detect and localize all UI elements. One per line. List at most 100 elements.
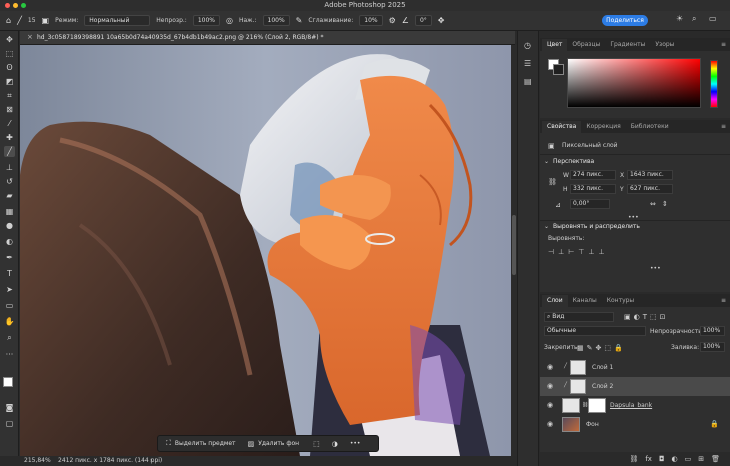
object-select-tool-icon[interactable]: ◩ <box>4 76 15 87</box>
adjustment-layer-icon[interactable]: ◐ <box>672 455 678 463</box>
tab-libraries[interactable]: Библиотеки <box>626 121 674 133</box>
lasso-tool-icon[interactable]: ʘ <box>4 62 15 73</box>
angle-input[interactable]: 0° <box>414 15 432 26</box>
flip-horizontal-icon[interactable]: ⇔ <box>650 200 656 208</box>
visibility-eye-icon[interactable]: ◉ <box>547 382 553 390</box>
zoom-tool-icon[interactable]: ⌕ <box>4 332 15 343</box>
learn-icon[interactable]: ☀ <box>676 14 683 23</box>
foreground-color-swatch[interactable] <box>3 377 13 387</box>
layer-opacity-input[interactable]: 100% <box>700 326 725 336</box>
y-input[interactable]: 627 пикс. <box>627 184 673 194</box>
eyedropper-tool-icon[interactable]: ⁄ <box>4 118 15 129</box>
transform-icon[interactable]: ⬚ <box>313 440 320 448</box>
brush-tool-icon[interactable]: ╱ <box>17 16 22 25</box>
layer-mask-thumbnail[interactable] <box>588 398 606 413</box>
layer-name[interactable]: Слой 2 <box>592 383 613 390</box>
visibility-eye-icon[interactable]: ◉ <box>547 363 553 371</box>
symmetry-icon[interactable]: ✥ <box>438 16 445 25</box>
workspace-icon[interactable]: ▭ <box>709 14 717 23</box>
remove-background-button[interactable]: Удалить фон <box>258 440 299 447</box>
layer-row-3[interactable]: ◉ ⛓ Dapsula_bank <box>540 396 730 415</box>
pressure-input[interactable]: 100% <box>262 15 290 26</box>
hue-slider[interactable] <box>710 60 718 108</box>
tab-layers[interactable]: Слои <box>542 295 568 307</box>
more-tools-icon[interactable]: ··· <box>4 349 15 360</box>
hand-tool-icon[interactable]: ✋ <box>4 316 15 327</box>
lock-icons[interactable]: ▦✎✥⬚🔒 <box>577 344 626 352</box>
pressure-opacity-icon[interactable]: ◎ <box>226 16 233 25</box>
flip-vertical-icon[interactable]: ⇕ <box>662 200 668 208</box>
brush-size-value[interactable]: 15 <box>28 17 36 24</box>
tab-gradients[interactable]: Градиенты <box>605 39 650 51</box>
layer-name[interactable]: Dapsula_bank <box>610 402 652 409</box>
close-window-button[interactable] <box>5 3 10 8</box>
fill-input[interactable]: 100% <box>700 342 725 352</box>
blend-mode-dropdown[interactable]: Обычные <box>544 326 646 336</box>
blur-tool-icon[interactable]: ● <box>4 220 15 231</box>
visibility-eye-icon[interactable]: ◉ <box>547 401 553 409</box>
frame-tool-icon[interactable]: ⊠ <box>4 104 15 115</box>
layer-filter-icons[interactable]: ▣◐T⬚⊡ <box>624 313 668 321</box>
tab-swatches[interactable]: Образцы <box>567 39 605 51</box>
link-layers-icon[interactable]: ⛓ <box>629 455 638 463</box>
tab-channels[interactable]: Каналы <box>568 295 602 307</box>
home-icon[interactable]: ⌂ <box>6 16 11 25</box>
more-options-button[interactable]: ••• <box>350 440 361 447</box>
layer-row-4[interactable]: ◉ Фон 🔒 <box>540 415 730 434</box>
adjust-icon[interactable]: ◑ <box>332 440 338 448</box>
search-icon[interactable]: ⌕ <box>692 14 696 24</box>
x-input[interactable]: 1643 пикс. <box>627 170 673 180</box>
document-tab[interactable]: × hd_3c0587189398891 10a65b0d74a40935d_6… <box>20 31 515 45</box>
move-tool-icon[interactable]: ✥ <box>4 34 15 45</box>
libraries-panel-icon[interactable]: ▤ <box>524 77 532 86</box>
layer-filter-dropdown[interactable]: ⌕ Вид <box>544 312 614 322</box>
layers-menu-icon[interactable]: ≡ <box>721 297 726 304</box>
visibility-eye-icon[interactable]: ◉ <box>547 420 553 428</box>
layer-row-2[interactable]: ◉ ╱ Слой 2 <box>540 377 730 396</box>
layer-row-1[interactable]: ◉ ╱ Слой 1 <box>540 358 730 377</box>
select-subject-button[interactable]: Выделить предмет <box>175 440 236 447</box>
gradient-tool-icon[interactable]: ▦ <box>4 206 15 217</box>
opacity-input[interactable]: 100% <box>192 15 220 26</box>
tab-color[interactable]: Цвет <box>542 39 568 51</box>
brush-settings-icon[interactable]: ▣ <box>42 16 50 25</box>
color-panel-menu-icon[interactable]: ≡ <box>721 41 726 48</box>
color-field[interactable] <box>567 58 701 108</box>
new-layer-icon[interactable]: ⊞ <box>698 455 704 463</box>
healing-brush-tool-icon[interactable]: ✚ <box>4 132 15 143</box>
history-brush-tool-icon[interactable]: ↺ <box>4 176 15 187</box>
dodge-tool-icon[interactable]: ◐ <box>4 236 15 247</box>
type-tool-icon[interactable]: T <box>4 268 15 279</box>
fx-icon[interactable]: fx <box>645 455 652 463</box>
minimize-window-button[interactable] <box>13 3 18 8</box>
eraser-tool-icon[interactable]: ▰ <box>4 190 15 201</box>
properties-menu-icon[interactable]: ≡ <box>721 123 726 130</box>
path-select-tool-icon[interactable]: ➤ <box>4 284 15 295</box>
layer-name[interactable]: Фон <box>586 421 599 428</box>
tab-properties[interactable]: Свойства <box>542 121 582 133</box>
align-chevron-icon[interactable]: ⌄ <box>544 223 549 230</box>
tab-paths[interactable]: Контуры <box>602 295 639 307</box>
background-swatch[interactable] <box>553 64 564 75</box>
transform-chevron-icon[interactable]: ⌄ <box>544 158 549 165</box>
angle-input[interactable]: 0,00° <box>570 199 610 209</box>
smoothing-settings-icon[interactable]: ⚙ <box>389 16 396 25</box>
smoothing-input[interactable]: 10% <box>359 15 383 26</box>
pen-tool-icon[interactable]: ✒ <box>4 252 15 263</box>
trash-icon[interactable]: 🗑 <box>711 455 720 463</box>
tab-patterns[interactable]: Узоры <box>650 39 679 51</box>
rectangle-tool-icon[interactable]: ▭ <box>4 300 15 311</box>
mode-dropdown[interactable]: Нормальный <box>84 15 151 26</box>
align-buttons-icon[interactable]: ⊣⊥⊢⊤⊥⊥ <box>548 248 609 256</box>
add-mask-icon[interactable]: ◘ <box>659 455 665 463</box>
zoom-level[interactable]: 215,84% <box>24 456 51 466</box>
layer-name[interactable]: Слой 1 <box>592 364 613 371</box>
tab-adjustments[interactable]: Коррекция <box>581 121 625 133</box>
clone-stamp-tool-icon[interactable]: ⊥ <box>4 162 15 173</box>
canvas-area[interactable] <box>20 45 511 456</box>
height-input[interactable]: 332 пикс. <box>570 184 616 194</box>
history-panel-icon[interactable]: ◷ <box>524 41 531 50</box>
share-button[interactable]: Поделиться <box>602 15 648 26</box>
brush-tool-icon[interactable]: ╱ <box>4 146 15 157</box>
marquee-tool-icon[interactable]: ⬚ <box>4 48 15 59</box>
